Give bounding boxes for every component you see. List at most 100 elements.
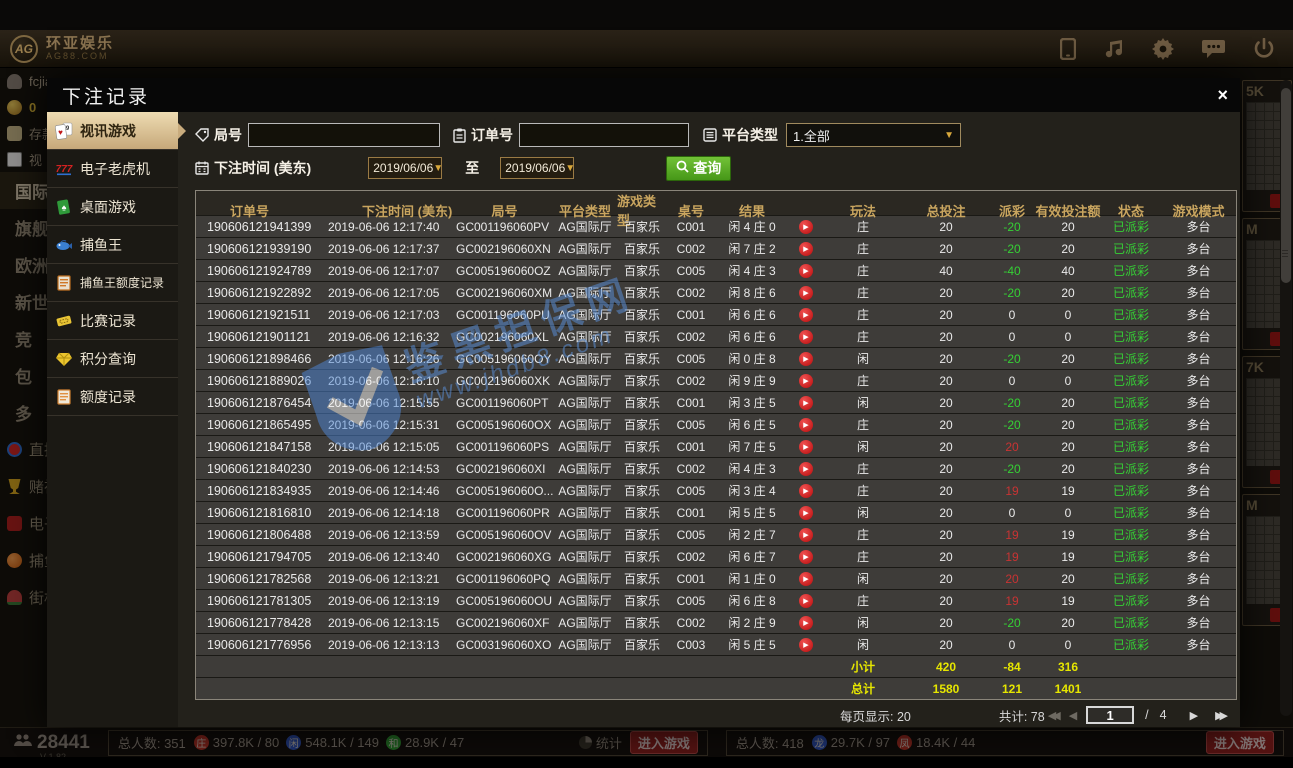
play-video-icon[interactable]: ▶ — [799, 594, 813, 608]
page-scrollbar[interactable] — [1280, 80, 1292, 716]
enter-game-button-2[interactable]: 进入游戏 — [1206, 731, 1274, 754]
last-page-icon[interactable]: ▶▶ — [1215, 709, 1224, 722]
table-row[interactable]: 1906061219011212019-06-06 12:16:32GC0021… — [196, 325, 1236, 347]
subtotal-label: 小计 — [823, 656, 903, 677]
table-row[interactable]: 1906061217947052019-06-06 12:13:40GC0021… — [196, 545, 1236, 567]
gear-icon[interactable] — [1152, 38, 1174, 60]
round-filter-label: 局号 — [195, 125, 242, 145]
close-icon[interactable]: × — [1217, 86, 1228, 104]
music-icon[interactable] — [1103, 38, 1125, 60]
playing-cards-icon: 9♥ — [55, 122, 73, 140]
subtotal-row: 小计 420 -84 316 — [196, 655, 1236, 677]
table-row[interactable]: 1906061219247892019-06-06 12:17:07GC0051… — [196, 259, 1236, 281]
table-row[interactable]: 1906061217784282019-06-06 12:13:15GC0021… — [196, 611, 1236, 633]
menu-item-contest-records[interactable]: 比赛记录 — [47, 302, 178, 340]
date-from-picker[interactable]: 2019/06/06 ▼ — [368, 157, 442, 179]
subtotal-payout: -84 — [989, 656, 1035, 677]
brand-name: 环亚娱乐 — [46, 36, 114, 51]
menu-label: 捕鱼王 — [80, 235, 122, 255]
menu-item-quota-records[interactable]: 额度记录 — [47, 378, 178, 416]
deposit-icon — [7, 126, 22, 141]
stats-button[interactable]: 统计 — [579, 733, 622, 752]
power-icon[interactable] — [1253, 38, 1275, 60]
document-icon — [55, 388, 73, 406]
play-video-icon[interactable]: ▶ — [799, 572, 813, 586]
play-video-icon[interactable]: ▶ — [799, 418, 813, 432]
live-icon — [7, 442, 22, 457]
menu-label: 视讯游戏 — [80, 121, 136, 141]
slot-777-icon: 777 — [55, 160, 73, 178]
table-row[interactable]: 1906061217813052019-06-06 12:13:19GC0051… — [196, 589, 1236, 611]
menu-item-fishing-quota-records[interactable]: 捕鱼王额度记录 — [47, 264, 178, 302]
play-video-icon[interactable]: ▶ — [799, 352, 813, 366]
menu-label: 电子老虎机 — [80, 159, 150, 179]
play-video-icon[interactable]: ▶ — [799, 440, 813, 454]
play-video-icon[interactable]: ▶ — [799, 264, 813, 278]
order-number-input[interactable] — [519, 123, 689, 147]
calendar-icon — [195, 161, 209, 175]
table-body: 1906061219413992019-06-06 12:17:40GC0011… — [196, 215, 1236, 655]
round-number-input[interactable] — [248, 123, 440, 147]
table-row[interactable]: 1906061218064882019-06-06 12:13:59GC0051… — [196, 523, 1236, 545]
play-video-icon[interactable]: ▶ — [799, 616, 813, 630]
play-video-icon[interactable]: ▶ — [799, 308, 813, 322]
svg-text:♠: ♠ — [62, 202, 67, 212]
bottom-black-strip — [0, 757, 1293, 768]
bet-type-badge: 庄 — [194, 735, 209, 750]
next-page-icon[interactable]: ▶ — [1190, 709, 1198, 722]
play-video-icon[interactable]: ▶ — [799, 374, 813, 388]
card-icon — [7, 152, 22, 167]
phone-icon[interactable] — [1060, 38, 1076, 60]
search-button[interactable]: 查询 — [666, 156, 731, 181]
bet-records-table: 订单号下注时间 (美东)局号平台类型游戏类型桌号结果玩法总投注派彩有效投注额状态… — [195, 190, 1237, 700]
play-video-icon[interactable]: ▶ — [799, 528, 813, 542]
total-label: 总计 — [823, 678, 903, 699]
page-number-input[interactable] — [1086, 706, 1134, 724]
play-video-icon[interactable]: ▶ — [799, 220, 813, 234]
play-video-icon[interactable]: ▶ — [799, 484, 813, 498]
table-row[interactable]: 1906061219413992019-06-06 12:17:40GC0011… — [196, 215, 1236, 237]
prev-page-icon[interactable]: ◀ — [1069, 709, 1077, 722]
table-row[interactable]: 1906061217769562019-06-06 12:13:13GC0031… — [196, 633, 1236, 655]
date-to-picker[interactable]: 2019/06/06 ▼ — [500, 157, 574, 179]
play-video-icon[interactable]: ▶ — [799, 506, 813, 520]
total-pages: 4 — [1160, 708, 1167, 722]
play-video-icon[interactable]: ▶ — [799, 242, 813, 256]
table-row[interactable]: 1906061218890262019-06-06 12:16:10GC0021… — [196, 369, 1236, 391]
total-payout: 121 — [989, 678, 1035, 699]
menu-item-video-games[interactable]: 9♥ 视讯游戏 — [47, 112, 178, 150]
table-row[interactable]: 1906061218764542019-06-06 12:15:55GC0011… — [196, 391, 1236, 413]
play-video-icon[interactable]: ▶ — [799, 396, 813, 410]
list-icon — [703, 128, 717, 142]
first-page-icon[interactable]: ◀◀ — [1048, 709, 1057, 722]
top-bar: AG 环亚娱乐 AG88.COM — [0, 30, 1293, 68]
bet-time-label: 下注时间 (美东) — [195, 158, 311, 178]
platform-type-select[interactable]: 1.全部 ▼ — [786, 123, 961, 147]
menu-item-fishing-king[interactable]: 捕鱼王 — [47, 226, 178, 264]
play-video-icon[interactable]: ▶ — [799, 638, 813, 652]
bet-type-badge: 龙 — [812, 735, 827, 750]
menu-item-slots[interactable]: 777 电子老虎机 — [47, 150, 178, 188]
table-row[interactable]: 1906061218349352019-06-06 12:14:46GC0051… — [196, 479, 1236, 501]
play-video-icon[interactable]: ▶ — [799, 330, 813, 344]
play-video-icon[interactable]: ▶ — [799, 550, 813, 564]
menu-label: 比赛记录 — [80, 311, 136, 331]
play-video-icon[interactable]: ▶ — [799, 286, 813, 300]
table-row[interactable]: 1906061218402302019-06-06 12:14:53GC0021… — [196, 457, 1236, 479]
table-row[interactable]: 1906061218168102019-06-06 12:14:18GC0011… — [196, 501, 1236, 523]
table-row[interactable]: 1906061219391902019-06-06 12:17:37GC0021… — [196, 237, 1236, 259]
table-row[interactable]: 1906061219228922019-06-06 12:17:05GC0021… — [196, 281, 1236, 303]
table-row[interactable]: 1906061217825682019-06-06 12:13:21GC0011… — [196, 567, 1236, 589]
table-row[interactable]: 1906061219215112019-06-06 12:17:03GC0011… — [196, 303, 1236, 325]
menu-item-points-inquiry[interactable]: 积分查询 — [47, 340, 178, 378]
table-row[interactable]: 1906061218984662019-06-06 12:16:26GC0051… — [196, 347, 1236, 369]
table-row[interactable]: 1906061218654952019-06-06 12:15:31GC0051… — [196, 413, 1236, 435]
scrollbar-grip — [1282, 250, 1288, 258]
play-video-icon[interactable]: ▶ — [799, 462, 813, 476]
ticket-icon — [55, 312, 73, 330]
chevron-down-icon: ▼ — [944, 130, 954, 141]
enter-game-button-1[interactable]: 进入游戏 — [630, 731, 698, 754]
chat-icon[interactable] — [1201, 38, 1226, 60]
menu-item-table-games[interactable]: ♠ 桌面游戏 — [47, 188, 178, 226]
table-row[interactable]: 1906061218471582019-06-06 12:15:05GC0011… — [196, 435, 1236, 457]
